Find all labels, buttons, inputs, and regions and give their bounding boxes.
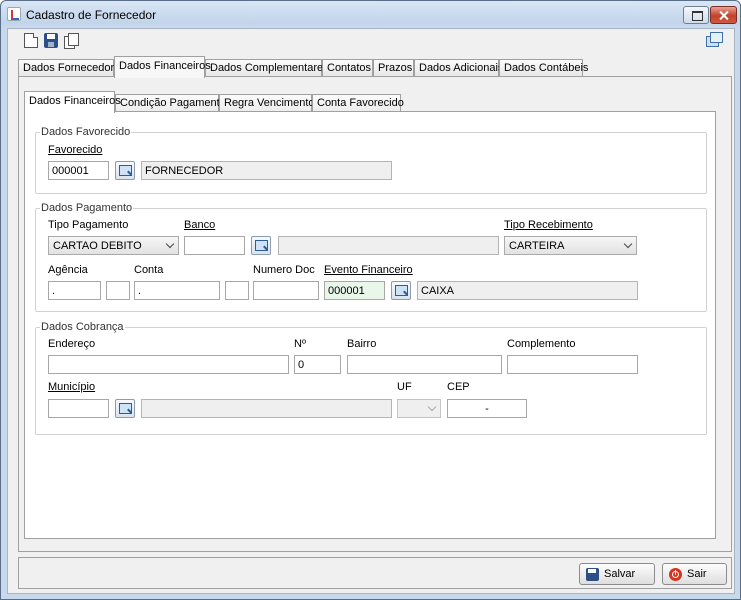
title-bar[interactable]: Cadastro de Fornecedor <box>1 1 740 28</box>
exit-button-label: Sair <box>687 568 707 580</box>
evento-financeiro-label: Evento Financeiro <box>324 264 413 276</box>
conta-dv-input[interactable] <box>225 281 249 300</box>
municipio-name-field <box>141 399 392 418</box>
group-dados-favorecido: Dados Favorecido Favorecido 000001 FORNE… <box>35 126 707 194</box>
numero-label: Nº <box>294 338 306 350</box>
tab-contatos[interactable]: Contatos <box>322 59 373 77</box>
group-title-pagamento: Dados Pagamento <box>40 202 134 214</box>
evento-financeiro-lookup-icon[interactable] <box>391 281 411 300</box>
numero-doc-label: Numero Doc <box>253 264 315 276</box>
cep-label: CEP <box>447 381 470 393</box>
new-document-icon[interactable] <box>24 33 38 48</box>
banco-label: Banco <box>184 219 216 231</box>
chevron-down-icon <box>165 239 175 249</box>
save-icon <box>586 568 599 581</box>
close-window-button[interactable] <box>710 6 737 24</box>
window-client-area: Dados Fornecedor Dados Financeiros Dados… <box>7 28 735 594</box>
tipo-recebimento-value: CARTEIRA <box>509 240 565 252</box>
favorecido-name-field: FORNECEDOR <box>141 161 392 180</box>
numero-doc-input[interactable] <box>253 281 319 300</box>
subtab-regra-vencimento[interactable]: Regra Vencimento <box>219 94 315 112</box>
sub-tab-panel: Dados Favorecido Favorecido 000001 FORNE… <box>24 111 716 539</box>
tipo-recebimento-label: Tipo Recebimento <box>504 219 593 231</box>
endereco-label: Endereço <box>48 338 96 350</box>
tipo-pagamento-select[interactable]: CARTAO DEBITO <box>48 236 179 255</box>
tipo-recebimento-select[interactable]: CARTEIRA <box>504 236 637 255</box>
favorecido-label: Favorecido <box>48 144 103 156</box>
tab-dados-contabeis[interactable]: Dados Contábeis <box>499 59 588 77</box>
group-title-cobranca: Dados Cobrança <box>40 321 125 333</box>
copy-icon[interactable] <box>64 33 79 49</box>
complemento-label: Complemento <box>507 338 576 350</box>
save-icon[interactable] <box>44 33 58 48</box>
app-window: Cadastro de Fornecedor Dados Fornecedor … <box>0 0 741 600</box>
tab-dados-fornecedor[interactable]: Dados Fornecedor <box>18 59 114 77</box>
municipio-code-input[interactable] <box>48 399 109 418</box>
subtab-dados-financeiros[interactable]: Dados Financeiros <box>24 91 121 113</box>
save-button[interactable]: Salvar <box>579 563 655 585</box>
cascade-windows-icon[interactable] <box>706 32 723 47</box>
tab-dados-financeiros[interactable]: Dados Financeiros <box>114 56 211 78</box>
restore-window-button[interactable] <box>683 6 709 24</box>
evento-financeiro-code-input[interactable]: 000001 <box>324 281 385 300</box>
window-title: Cadastro de Fornecedor <box>26 8 157 22</box>
favorecido-code-input[interactable]: 000001 <box>48 161 109 180</box>
tab-dados-complementares[interactable]: Dados Complementares <box>205 59 329 77</box>
subtab-conta-favorecido[interactable]: Conta Favorecido <box>312 94 404 112</box>
bairro-label: Bairro <box>347 338 377 350</box>
municipio-label: Município <box>48 381 96 393</box>
uf-label: UF <box>397 381 412 393</box>
municipio-lookup-icon[interactable] <box>115 399 135 418</box>
banco-lookup-icon[interactable] <box>251 236 271 255</box>
bairro-input[interactable] <box>347 355 502 374</box>
group-dados-cobranca: Dados Cobrança Endereço Nº 0 Bairro Comp… <box>35 321 707 435</box>
chevron-down-icon <box>427 402 437 412</box>
conta-label: Conta <box>134 264 164 276</box>
evento-financeiro-name-field: CAIXA <box>417 281 638 300</box>
subtab-condicao-pagamento[interactable]: Condição Pagamento <box>115 94 226 112</box>
favorecido-lookup-icon[interactable] <box>115 161 135 180</box>
numero-input[interactable]: 0 <box>294 355 341 374</box>
tab-dados-adicionais[interactable]: Dados Adicionais <box>414 59 503 77</box>
action-bar: Salvar Sair <box>18 557 732 589</box>
cep-input[interactable]: - <box>447 399 527 418</box>
complemento-input[interactable] <box>507 355 638 374</box>
agencia-dv-input[interactable] <box>106 281 130 300</box>
group-dados-pagamento: Dados Pagamento Tipo Pagamento CARTAO DE… <box>35 202 707 312</box>
uf-select[interactable] <box>397 399 441 418</box>
endereco-input[interactable] <box>48 355 289 374</box>
tipo-pagamento-value: CARTAO DEBITO <box>53 240 142 252</box>
chevron-down-icon <box>623 239 633 249</box>
save-button-label: Salvar <box>604 568 636 580</box>
power-icon <box>669 568 682 581</box>
tab-prazos[interactable]: Prazos <box>373 59 414 77</box>
banco-name-field <box>278 236 499 255</box>
tipo-pagamento-label: Tipo Pagamento <box>48 219 129 231</box>
exit-button[interactable]: Sair <box>662 563 727 585</box>
banco-code-input[interactable] <box>184 236 245 255</box>
group-title-favorecido: Dados Favorecido <box>40 126 132 138</box>
conta-input[interactable]: . <box>134 281 220 300</box>
java-app-icon <box>7 7 21 21</box>
agencia-label: Agência <box>48 264 88 276</box>
agencia-input[interactable]: . <box>48 281 101 300</box>
